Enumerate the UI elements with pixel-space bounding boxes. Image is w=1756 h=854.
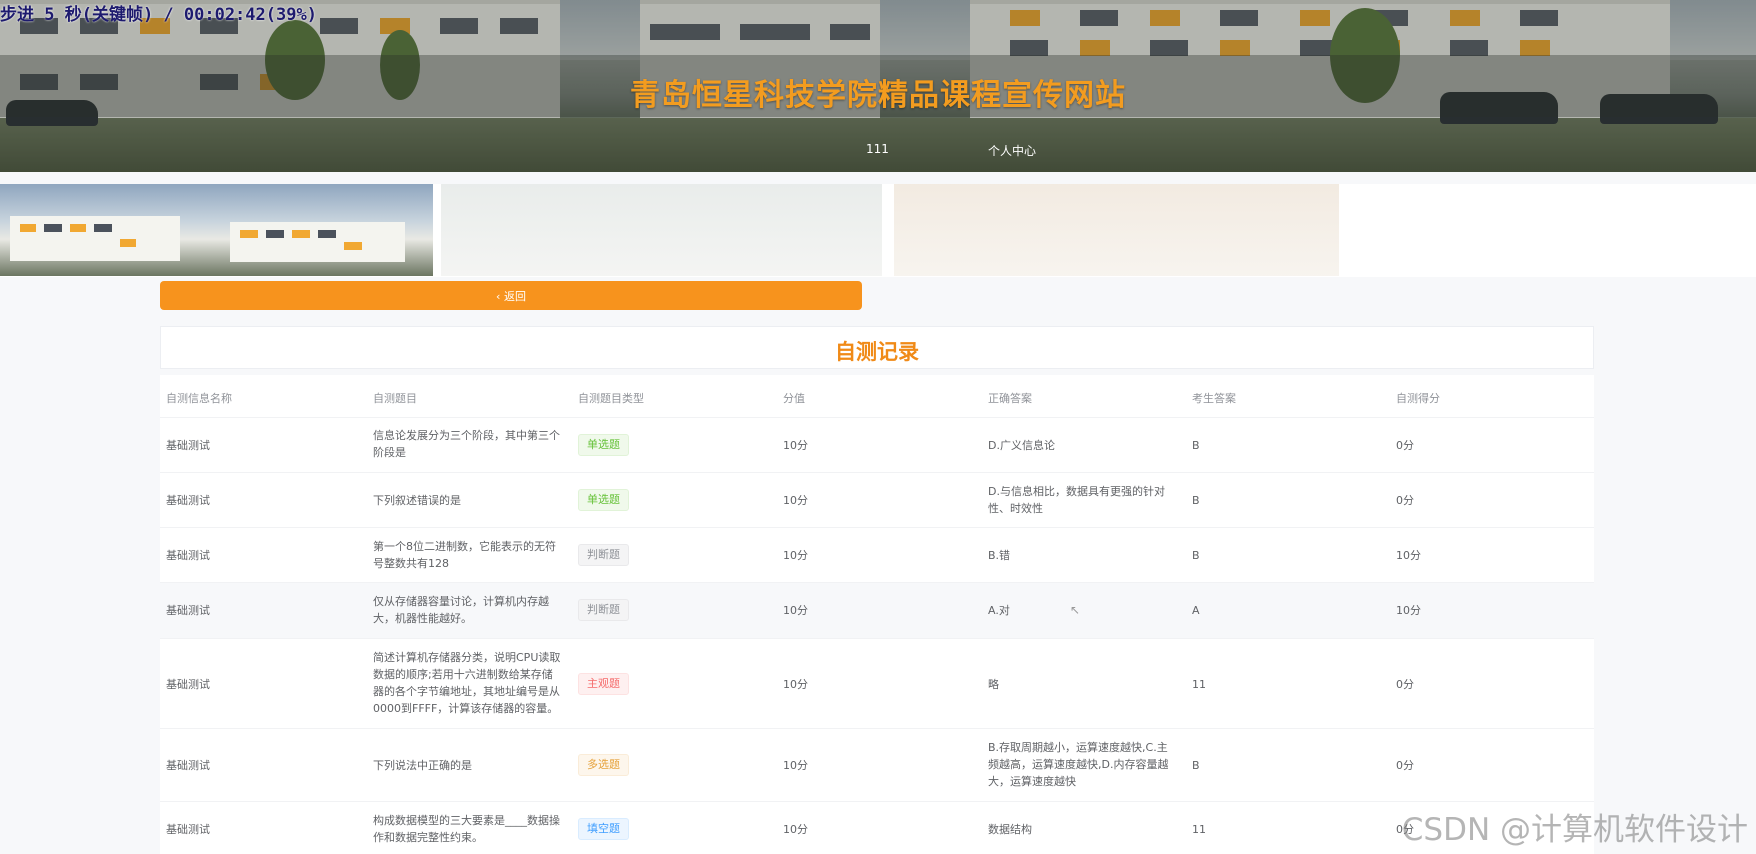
table-row: 基础测试 下列说法中正确的是 多选题 10分 B.存取周期越小，运算速度越快,C… <box>160 728 1594 801</box>
cell-question: 简述计算机存储器分类，说明CPU读取数据的顺序;若用十六进制数给某存储器的各个字… <box>373 651 561 715</box>
nav-item-profile[interactable]: 个人中心 <box>988 142 1036 159</box>
question-type-tag: 主观题 <box>578 673 629 695</box>
cell-got-score: 0分 <box>1396 494 1414 507</box>
column-header: 自测得分 <box>1396 392 1440 405</box>
column-header: 自测题目类型 <box>578 392 644 405</box>
cell-user-answer: A <box>1192 604 1200 617</box>
cell-got-score: 0分 <box>1396 439 1414 452</box>
question-type-tag: 单选题 <box>578 489 629 511</box>
cell-correct-answer: D.广义信息论 <box>988 439 1055 452</box>
top-nav: 111 个人中心 <box>0 142 1756 162</box>
video-progress-overlay: 步进 5 秒(关键帧) / 00:02:42(39%) <box>0 5 317 25</box>
cell-score: 10分 <box>783 549 808 562</box>
section-header: 自测记录 <box>160 326 1594 369</box>
cell-question: 下列叙述错误的是 <box>373 494 461 507</box>
cell-name: 基础测试 <box>166 439 210 452</box>
cell-question: 仅从存储器容量讨论，计算机内存越大，机器性能越好。 <box>373 595 549 625</box>
cell-user-answer: B <box>1192 759 1200 772</box>
cell-correct-answer: B.存取周期越小，运算速度越快,C.主频越高，运算速度越快,D.内存容量越大，运… <box>988 741 1169 788</box>
cell-user-answer: 11 <box>1192 823 1206 836</box>
cell-name: 基础测试 <box>166 823 210 836</box>
cell-user-answer: B <box>1192 494 1200 507</box>
cell-user-answer: B <box>1192 549 1200 562</box>
cell-correct-answer: D.与信息相比，数据具有更强的针对性、时效性 <box>988 485 1165 515</box>
cell-got-score: 10分 <box>1396 604 1421 617</box>
question-type-tag: 多选题 <box>578 754 629 776</box>
cell-score: 10分 <box>783 439 808 452</box>
column-header: 正确答案 <box>988 392 1032 405</box>
cell-name: 基础测试 <box>166 678 210 691</box>
cell-score: 10分 <box>783 494 808 507</box>
question-type-tag: 判断题 <box>578 599 629 621</box>
cell-name: 基础测试 <box>166 549 210 562</box>
cell-score: 10分 <box>783 604 808 617</box>
cell-correct-answer: 数据结构 <box>988 823 1032 836</box>
header-banner: 青岛恒星科技学院精品课程宣传网站 111 个人中心 步进 5 秒(关键帧) / … <box>0 0 1756 172</box>
column-header: 考生答案 <box>1192 392 1236 405</box>
table-row: 基础测试 下列叙述错误的是 单选题 10分 D.与信息相比，数据具有更强的针对性… <box>160 472 1594 527</box>
carousel-slide-3[interactable] <box>894 184 1339 276</box>
table-row: 基础测试 仅从存储器容量讨论，计算机内存越大，机器性能越好。 判断题 10分 A… <box>160 582 1594 638</box>
cell-got-score: 10分 <box>1396 549 1421 562</box>
cell-name: 基础测试 <box>166 494 210 507</box>
table-row: 基础测试 信息论发展分为三个阶段，其中第三个阶段是 单选题 10分 D.广义信息… <box>160 417 1594 472</box>
carousel-slide-1[interactable] <box>0 184 433 276</box>
cell-name: 基础测试 <box>166 759 210 772</box>
question-type-tag: 判断题 <box>578 544 629 566</box>
cell-got-score: 0分 <box>1396 759 1414 772</box>
cell-correct-answer: B.错 <box>988 549 1011 562</box>
question-type-tag: 单选题 <box>578 434 629 456</box>
nav-item-home[interactable]: 111 <box>866 142 889 156</box>
cell-correct-answer: 略 <box>988 678 999 691</box>
cell-correct-answer: A.对 <box>988 604 1010 617</box>
cell-question: 第一个8位二进制数，它能表示的无符号整数共有128 <box>373 540 556 570</box>
section-title: 自测记录 <box>835 340 919 364</box>
watermark: CSDN @计算机软件设计 <box>1401 812 1748 848</box>
cell-got-score: 0分 <box>1396 678 1414 691</box>
back-button[interactable]: ‹ 返回 <box>160 281 862 310</box>
table-header: 自测信息名称 自测题目 自测题目类型 分值 正确答案 考生答案 自测得分 <box>160 375 1594 417</box>
carousel <box>0 184 1756 277</box>
column-header: 自测信息名称 <box>166 392 232 405</box>
question-type-tag: 填空题 <box>578 818 629 840</box>
self-test-table: 自测信息名称 自测题目 自测题目类型 分值 正确答案 考生答案 自测得分 基础测… <box>160 375 1594 854</box>
column-header: 自测题目 <box>373 392 417 405</box>
cell-question: 信息论发展分为三个阶段，其中第三个阶段是 <box>373 429 560 459</box>
cell-question: 构成数据模型的三大要素是____数据操作和数据完整性约束。 <box>373 814 560 844</box>
mouse-cursor-icon: ↖ <box>1070 603 1081 617</box>
cell-question: 下列说法中正确的是 <box>373 759 472 772</box>
cell-score: 10分 <box>783 759 808 772</box>
column-header: 分值 <box>783 392 805 405</box>
carousel-slide-2[interactable] <box>441 184 882 276</box>
table-row: 基础测试 简述计算机存储器分类，说明CPU读取数据的顺序;若用十六进制数给某存储… <box>160 638 1594 728</box>
table-row: 基础测试 第一个8位二进制数，它能表示的无符号整数共有128 判断题 10分 B… <box>160 527 1594 582</box>
table-row: 基础测试 构成数据模型的三大要素是____数据操作和数据完整性约束。 填空题 1… <box>160 801 1594 854</box>
cell-name: 基础测试 <box>166 604 210 617</box>
cell-user-answer: 11 <box>1192 678 1206 691</box>
site-title: 青岛恒星科技学院精品课程宣传网站 <box>630 78 1126 113</box>
cell-score: 10分 <box>783 823 808 836</box>
cell-score: 10分 <box>783 678 808 691</box>
cell-user-answer: B <box>1192 439 1200 452</box>
